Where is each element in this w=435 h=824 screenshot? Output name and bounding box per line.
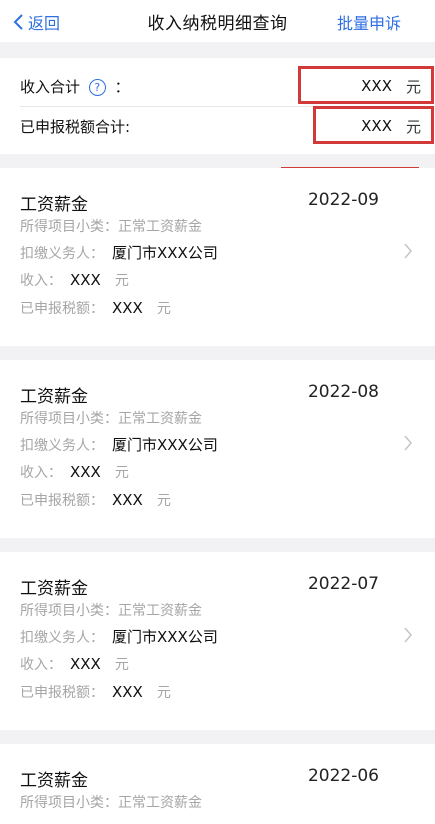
income-unit: 元 [114,465,129,481]
tax-unit: 元 [156,493,171,509]
withholder-label: 扣缴义务人： [20,630,104,646]
income-label: 收入： [20,465,62,481]
tax-value: XXX [112,299,143,317]
subcategory-line: 所得项目小类： 正常工资薪金 [20,408,202,428]
income-line: 收入： XXX 元 [20,270,129,290]
subcategory-line: 所得项目小类： 正常工资薪金 [20,792,202,812]
income-total-label: 收入合计 [20,77,81,96]
income-total-colon: ： [114,77,130,96]
nav-bar: 返回 收入纳税明细查询 批量申诉 [0,0,435,42]
income-line: 收入： XXX 元 [20,462,129,482]
subcategory-value: 正常工资薪金 [118,603,202,619]
record-title: 工资薪金 [20,771,88,791]
withholder-line: 扣缴义务人： 厦门市XXX公司 [20,242,218,263]
income-value: XXX [70,463,101,481]
tax-line: 已申报税额： XXX 元 [20,490,171,510]
record-title: 工资薪金 [20,387,88,407]
withholder-value: 厦门市XXX公司 [112,628,218,646]
record-date: 2022-09 [307,190,379,210]
withholder-value: 厦门市XXX公司 [112,436,218,454]
help-icon[interactable]: ? [88,78,106,96]
subcategory-line: 所得项目小类： 正常工资薪金 [20,600,202,620]
income-unit: 元 [114,273,129,289]
batch-appeal-button[interactable]: 批量申诉 [337,10,401,34]
subcategory-label: 所得项目小类： [20,411,118,427]
withholder-label: 扣缴义务人： [20,246,104,262]
record-date: 2022-08 [307,382,379,402]
income-value: XXX [70,655,101,673]
tax-label: 已申报税额： [20,301,104,317]
record-title: 工资薪金 [20,579,88,599]
subcategory-value: 正常工资薪金 [118,795,202,811]
tax-label: 已申报税额： [20,493,104,509]
highlight-box [313,106,434,144]
income-value: XXX [70,271,101,289]
income-total-label-group: 收入合计 ? ： [20,76,130,97]
tax-line: 已申报税额： XXX 元 [20,298,171,318]
subcategory-label: 所得项目小类： [20,795,118,811]
record-card[interactable]: 工资薪金 2022-08 所得项目小类： 正常工资薪金 扣缴义务人： 厦门市XX… [0,360,435,538]
income-label: 收入： [20,273,62,289]
record-date: 2022-07 [307,574,379,594]
subcategory-label: 所得项目小类： [20,219,118,235]
tax-unit: 元 [156,301,171,317]
withholder-label: 扣缴义务人： [20,438,104,454]
tax-label: 已申报税额： [20,685,104,701]
subcategory-value: 正常工资薪金 [118,411,202,427]
chevron-right-icon [404,627,412,643]
tax-value: XXX [112,491,143,509]
subcategory-label: 所得项目小类： [20,603,118,619]
income-unit: 元 [114,657,129,673]
withholder-line: 扣缴义务人： 厦门市XXX公司 [20,434,218,455]
record-card[interactable]: 工资薪金 2022-09 所得项目小类： 正常工资薪金 扣缴义务人： 厦门市XX… [0,168,435,346]
record-date: 2022-06 [307,766,379,786]
record-card[interactable]: 工资薪金 2022-06 所得项目小类： 正常工资薪金 [0,744,435,824]
withholder-value: 厦门市XXX公司 [112,244,218,262]
tax-unit: 元 [156,685,171,701]
income-label: 收入： [20,657,62,673]
tax-line: 已申报税额： XXX 元 [20,682,171,702]
highlight-box [298,66,434,104]
record-card[interactable]: 工资薪金 2022-07 所得项目小类： 正常工资薪金 扣缴义务人： 厦门市XX… [0,552,435,730]
record-title: 工资薪金 [20,195,88,215]
withholder-line: 扣缴义务人： 厦门市XXX公司 [20,626,218,647]
subcategory-line: 所得项目小类： 正常工资薪金 [20,216,202,236]
tax-total-label: 已申报税额合计: [20,117,131,136]
income-line: 收入： XXX 元 [20,654,129,674]
subcategory-value: 正常工资薪金 [118,219,202,235]
chevron-right-icon [404,243,412,259]
tax-value: XXX [112,683,143,701]
chevron-right-icon [404,435,412,451]
